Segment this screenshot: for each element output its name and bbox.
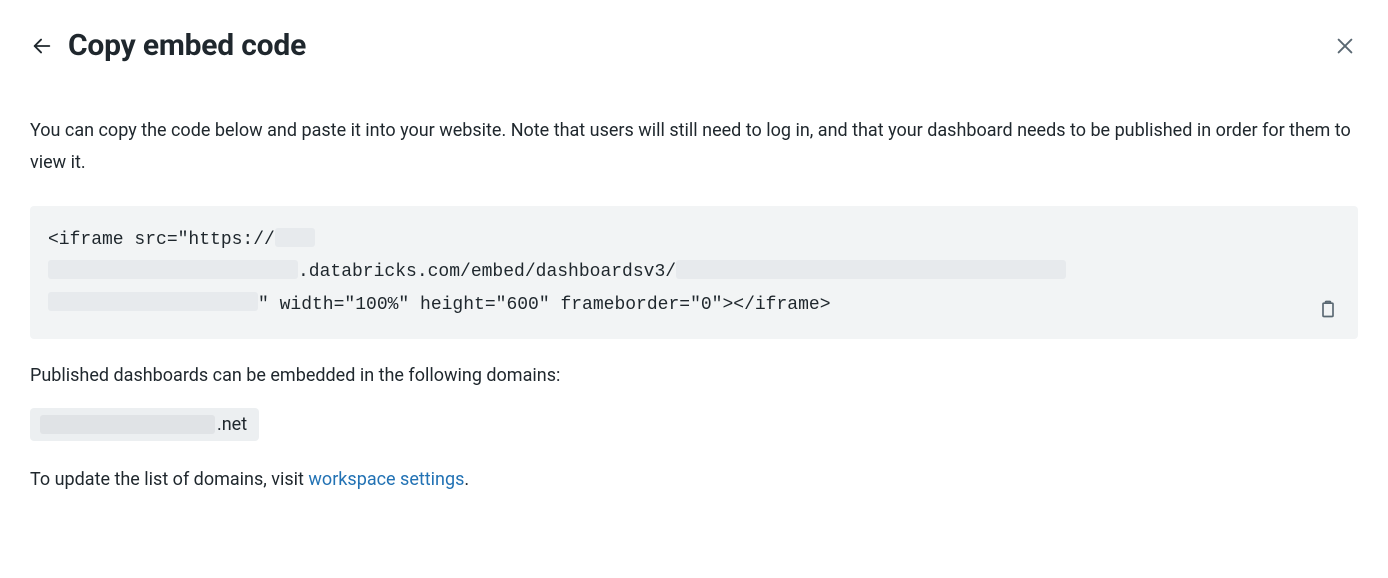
dialog-header: Copy embed code [30,28,1358,63]
dialog-title: Copy embed code [68,28,306,63]
domain-chip-suffix: .net [217,414,247,435]
redacted-segment [40,415,215,434]
code-prefix: <iframe src="https:// [48,230,275,250]
code-suffix: " width="100%" height="600" frameborder=… [258,295,831,315]
back-arrow-icon[interactable] [30,34,54,58]
domain-chip: .net [30,408,259,441]
embed-code-content: <iframe src="https:// .databricks.com/emb… [48,224,1298,321]
redacted-segment [48,292,258,311]
embed-code-block: <iframe src="https:// .databricks.com/emb… [30,206,1358,339]
update-domains-text: To update the list of domains, visit wor… [30,469,1358,490]
redacted-segment [48,260,298,279]
close-icon[interactable] [1332,33,1358,59]
code-mid-domain: .databricks.com/embed/dashboardsv3/ [298,262,676,282]
copy-icon[interactable] [1316,297,1340,321]
header-left: Copy embed code [30,28,306,63]
update-prefix: To update the list of domains, visit [30,469,308,490]
description-text: You can copy the code below and paste it… [30,115,1358,178]
workspace-settings-link[interactable]: workspace settings [308,469,464,490]
domains-label: Published dashboards can be embedded in … [30,365,1358,386]
update-suffix: . [464,469,469,490]
redacted-segment [275,228,315,247]
redacted-segment [676,260,1066,279]
